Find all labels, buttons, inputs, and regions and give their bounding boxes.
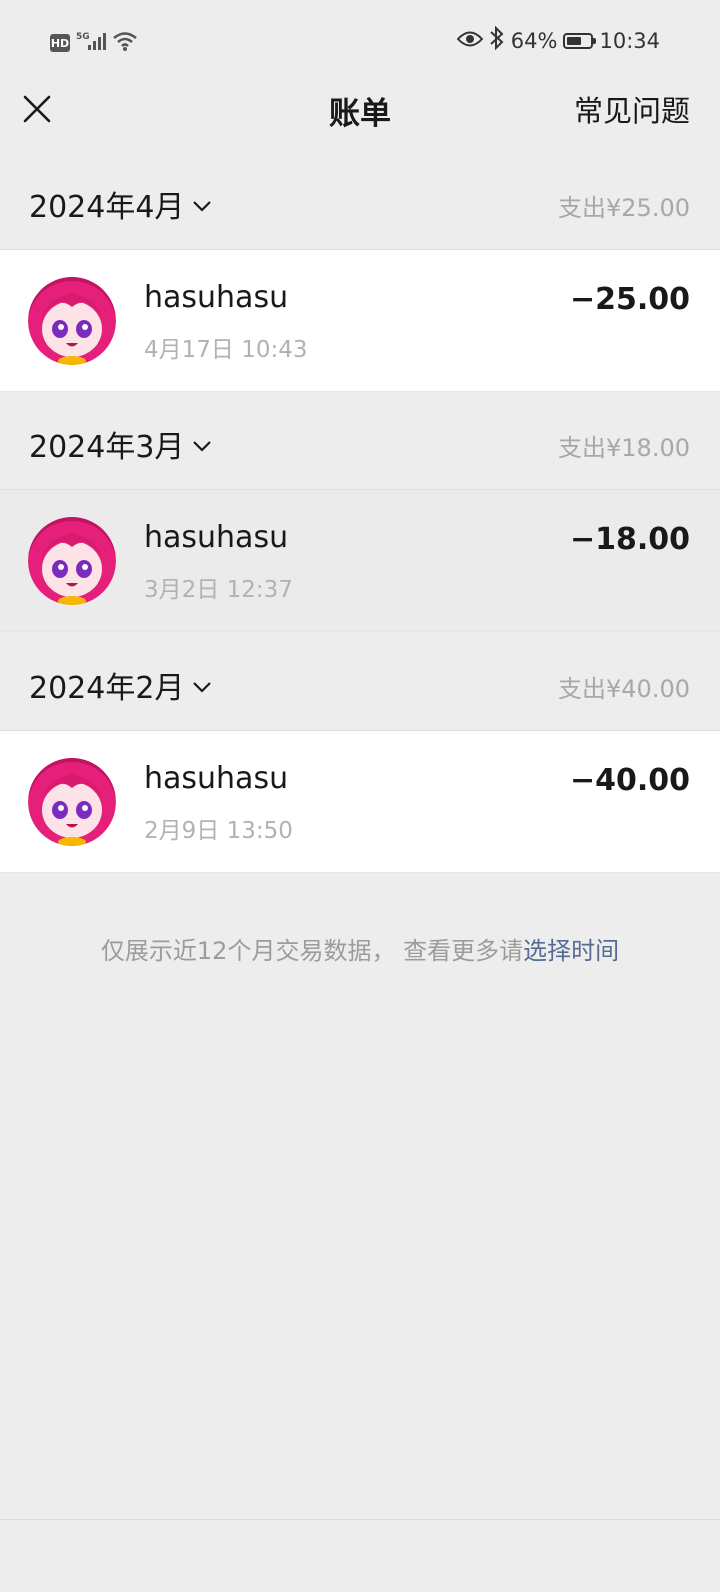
- month-header-april[interactable]: 2024年4月 支出¥25.00: [0, 152, 720, 250]
- month-header-february[interactable]: 2024年2月 支出¥40.00: [0, 633, 720, 731]
- footer-note: 仅展示近12个月交易数据， 查看更多请选择时间: [0, 931, 720, 966]
- transaction-time: 3月2日 12:37: [144, 577, 293, 603]
- merchant-name: hasuhasu: [144, 280, 289, 315]
- chevron-down-icon: [193, 441, 212, 452]
- chevron-down-icon: [193, 682, 212, 693]
- month-label: 2024年4月: [29, 190, 185, 225]
- select-time-link[interactable]: 选择时间: [523, 937, 619, 965]
- month-selector[interactable]: 2024年3月: [29, 422, 212, 466]
- wifi-icon: [112, 30, 138, 56]
- avatar: [28, 758, 116, 846]
- month-label: 2024年3月: [29, 430, 185, 465]
- transaction-time: 4月17日 10:43: [144, 337, 308, 363]
- transaction-time: 2月9日 13:50: [144, 818, 293, 844]
- bluetooth-icon: [489, 25, 505, 55]
- month-total: 支出¥18.00: [558, 434, 690, 462]
- battery-percent: 64%: [510, 28, 558, 53]
- status-right: 64% 10:34: [456, 25, 660, 55]
- faq-link[interactable]: 常见问题: [574, 88, 690, 130]
- month-selector[interactable]: 2024年2月: [29, 663, 212, 707]
- bottom-divider: [0, 1519, 720, 1520]
- month-total: 支出¥40.00: [558, 675, 690, 703]
- eye-icon: [456, 29, 484, 53]
- clock: 10:34: [599, 28, 660, 53]
- hd-badge: HD: [50, 34, 70, 52]
- footer-note-text: 仅展示近12个月交易数据， 查看更多请: [100, 937, 524, 965]
- status-left: HD 5G: [50, 30, 138, 56]
- status-bar: HD 5G 64% 10:34: [0, 0, 720, 86]
- month-label: 2024年2月: [29, 671, 185, 706]
- transaction-row[interactable]: hasuhasu 3月2日 12:37 −18.00: [0, 490, 720, 632]
- chevron-down-icon: [193, 201, 212, 212]
- transaction-amount: −25.00: [569, 282, 690, 317]
- transaction-amount: −18.00: [569, 522, 690, 557]
- avatar: [28, 277, 116, 365]
- transaction-amount: −40.00: [569, 763, 690, 798]
- battery-icon: [563, 32, 597, 49]
- signal-icon: 5G: [76, 30, 106, 56]
- transaction-row[interactable]: hasuhasu 4月17日 10:43 −25.00: [0, 250, 720, 392]
- svg-text:5G: 5G: [76, 32, 90, 42]
- nav-bar: 账单 常见问题: [0, 86, 720, 152]
- merchant-name: hasuhasu: [144, 520, 289, 555]
- month-header-march[interactable]: 2024年3月 支出¥18.00: [0, 392, 720, 490]
- avatar: [28, 517, 116, 605]
- merchant-name: hasuhasu: [144, 761, 289, 796]
- month-total: 支出¥25.00: [558, 194, 690, 222]
- transaction-row[interactable]: hasuhasu 2月9日 13:50 −40.00: [0, 731, 720, 873]
- month-selector[interactable]: 2024年4月: [29, 182, 212, 226]
- battery-level: [567, 36, 582, 45]
